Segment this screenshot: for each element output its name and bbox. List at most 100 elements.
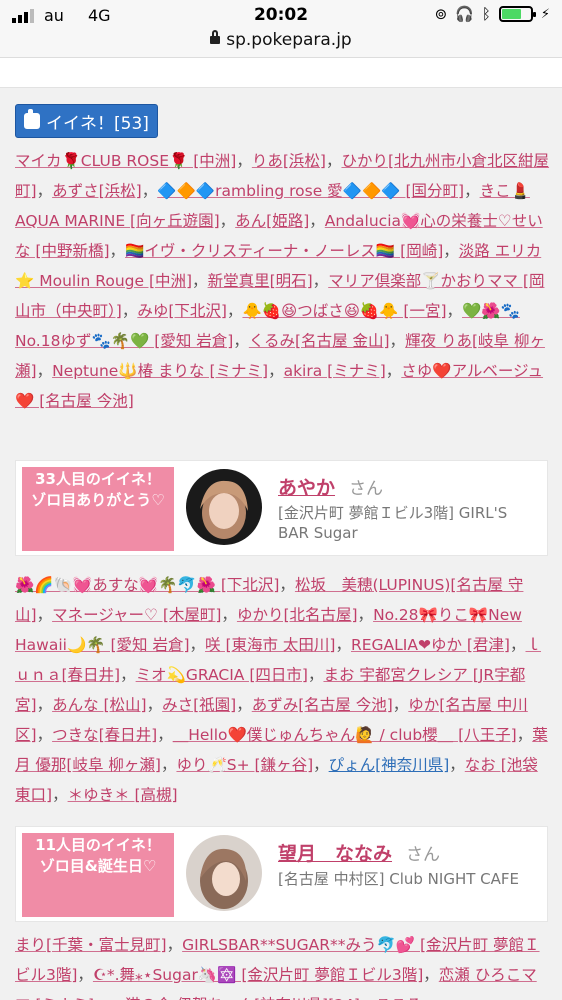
liker-link[interactable]: ミオ💫GRACIA [四日市] <box>136 666 308 684</box>
liker-list-2: 🌺🌈🐚💓あすな💓🌴🐬🌺 [下北沢]，松坂 美穂(LUPINUS)[名古屋 守山]… <box>15 570 550 810</box>
shop-info: [名古屋 中村区] Club NIGHT CAFE <box>278 870 519 888</box>
list-separator: ， <box>166 936 183 954</box>
liker-link[interactable]: みさ[祇園] <box>162 696 236 714</box>
list-separator: ， <box>385 362 402 380</box>
liker-link[interactable]: りあ[浜松] <box>252 152 326 170</box>
list-separator: ， <box>157 726 173 744</box>
list-separator: ， <box>36 696 53 714</box>
liker-link[interactable]: ニ猫の会 伊賀ちゃん[神奈川県][24] <box>110 996 360 1000</box>
list-separator: ， <box>389 332 406 350</box>
list-separator: ， <box>309 212 325 230</box>
bluetooth-icon: ᛒ <box>481 5 491 23</box>
list-separator: ， <box>141 182 158 200</box>
like-button-label: イイネ！[53] <box>46 113 149 134</box>
list-separator: ， <box>443 242 459 260</box>
like-button[interactable]: イイネ！[53] <box>15 104 158 138</box>
list-separator: ， <box>146 696 163 714</box>
milestone-card-1[interactable]: 33人目のイイネ！ ゾロ目ありがとう♡ あやか さん [金沢片町 夢館Ｉビル3階]… <box>15 460 548 556</box>
milestone-badge: 33人目のイイネ！ ゾロ目ありがとう♡ <box>22 467 174 551</box>
liker-link[interactable]: 咲 [東海市 太田川] <box>205 636 335 654</box>
list-separator: ， <box>233 332 249 350</box>
list-separator: ， <box>464 182 480 200</box>
liker-link[interactable]: 🐥🍓😆つばさ😆🍓🐥 [一宮] <box>242 302 446 320</box>
list-separator: ， <box>236 152 252 170</box>
list-separator: ， <box>392 696 409 714</box>
list-separator: ， <box>307 666 324 684</box>
liker-link[interactable]: あんな [松山] <box>52 696 147 714</box>
liker-link[interactable]: あずさ[浜松] <box>52 182 142 200</box>
liker-link[interactable]: ＊ゆき＊ [高槻] <box>68 786 178 804</box>
liker-list-3: まり[千葉・富士見町]，GIRLSBAR**SUGAR**みう🐬💕 [金沢片町 … <box>15 930 550 1000</box>
list-separator: ， <box>360 996 376 1000</box>
liker-link[interactable]: つきな[春日井] <box>52 726 157 744</box>
cast-name[interactable]: あやか さん <box>278 473 383 500</box>
list-separator: ， <box>423 966 439 984</box>
liker-link[interactable]: マイカ🌹CLUB ROSE🌹 [中洲] <box>15 152 236 170</box>
list-separator: ， <box>192 272 208 290</box>
lock-rotation-icon: ⊚ <box>434 5 448 23</box>
list-separator: ， <box>279 576 295 594</box>
liker-link[interactable]: Neptune🔱椿 まりな [ミナミ] <box>52 362 268 380</box>
milestone-badge: 11人目のイイネ！ ゾロ目&誕生日♡ <box>22 833 174 917</box>
thumbs-up-icon <box>24 109 40 129</box>
list-separator: ， <box>36 606 53 624</box>
list-separator: ， <box>221 606 237 624</box>
list-separator: ， <box>94 996 110 1000</box>
battery-icon <box>498 6 536 22</box>
list-separator: ， <box>236 696 252 714</box>
page-content: イイネ！[53] マイカ🌹CLUB ROSE🌹 [中洲]，りあ[浜松]，ひかり[… <box>0 58 562 1000</box>
liker-link[interactable]: REGALIA❤ゆか [君津] <box>351 636 510 654</box>
list-separator: ， <box>446 302 463 320</box>
cast-name-text: あやか <box>278 477 336 499</box>
list-separator: ， <box>335 636 351 654</box>
list-separator: ， <box>36 182 53 200</box>
liker-link[interactable]: あずみ[名古屋 今池] <box>252 696 393 714</box>
charging-icon: ⚡ <box>540 6 550 22</box>
liker-link[interactable]: ぴょん[神奈川県] <box>329 756 450 774</box>
battery-level <box>501 9 522 19</box>
liker-link[interactable]: まり[千葉・富士見町] <box>15 936 167 954</box>
list-separator: ， <box>325 152 342 170</box>
milestone-card-2[interactable]: 11人目のイイネ！ ゾロ目&誕生日♡ 望月 ななみ さん [名古屋 中村区] Cl… <box>15 826 548 922</box>
list-separator: ， <box>268 362 284 380</box>
list-separator: ， <box>357 606 374 624</box>
liker-link[interactable]: こころ <box>375 996 422 1000</box>
liker-link[interactable]: akira [ミナミ] <box>284 362 386 380</box>
status-bar: au 4G 20:02 ⊚ 🎧 ᛒ ⚡ <box>0 0 562 30</box>
avatar[interactable] <box>186 469 262 545</box>
liker-link[interactable]: ゆかり[北名古屋] <box>237 606 358 624</box>
list-separator: ， <box>109 242 126 260</box>
honorific: さん <box>349 479 384 499</box>
liker-list-1: マイカ🌹CLUB ROSE🌹 [中洲]，りあ[浜松]，ひかり[北九州市小倉北区紺… <box>15 146 550 416</box>
lock-icon <box>210 30 221 44</box>
list-separator: ， <box>219 212 236 230</box>
list-separator: ， <box>516 726 533 744</box>
list-separator: ， <box>36 362 53 380</box>
liker-link[interactable]: あん[姫路] <box>235 212 309 230</box>
liker-link[interactable]: ☪︎*.舞⁎⋆Sugar🦄🔯 [金沢片町 夢館Ｉビル3階] <box>93 966 423 984</box>
liker-link[interactable]: くるみ[名古屋 金山] <box>249 332 390 350</box>
headphones-icon: 🎧 <box>455 5 474 23</box>
list-separator: ， <box>36 726 53 744</box>
avatar[interactable] <box>186 835 262 911</box>
shop-info: [金沢片町 夢館Ｉビル3階] GIRL'S BAR Sugar <box>278 504 508 542</box>
liker-link[interactable]: 新堂真里[明石] <box>208 272 313 290</box>
address-bar[interactable]: sp.pokepara.jp <box>0 30 562 58</box>
list-separator: ， <box>121 302 138 320</box>
liker-link[interactable]: 🌺🌈🐚💓あすな💓🌴🐬🌺 [下北沢] <box>15 576 279 594</box>
liker-link[interactable]: ゆり🥂S+ [鎌ヶ谷] <box>176 756 313 774</box>
liker-link[interactable]: マネージャー♡ [木屋町] <box>52 606 221 624</box>
list-separator: ， <box>77 966 93 984</box>
list-separator: ， <box>160 756 177 774</box>
liker-link[interactable]: ＿Hello❤️僕じゅんちゃん🙋 / club櫻＿ [八王子] <box>173 726 517 744</box>
liker-link[interactable]: みゆ[下北沢] <box>137 302 227 320</box>
cast-name[interactable]: 望月 ななみ さん <box>278 839 440 866</box>
liker-link[interactable]: 🏳️‍🌈イヴ・クリスティーナ・ノーレス🏳️‍🌈 [岡崎] <box>125 242 443 260</box>
cast-name-text: 望月 ななみ <box>278 843 393 865</box>
honorific: さん <box>406 845 441 865</box>
list-separator: ， <box>312 272 329 290</box>
list-separator: ， <box>313 756 329 774</box>
status-right: ⊚ 🎧 ᛒ ⚡ <box>435 5 550 23</box>
url-text: sp.pokepara.jp <box>226 30 352 50</box>
liker-link[interactable]: 🔷🔶🔷rambling rose 愛🔷🔶🔷 [国分町] <box>157 182 464 200</box>
